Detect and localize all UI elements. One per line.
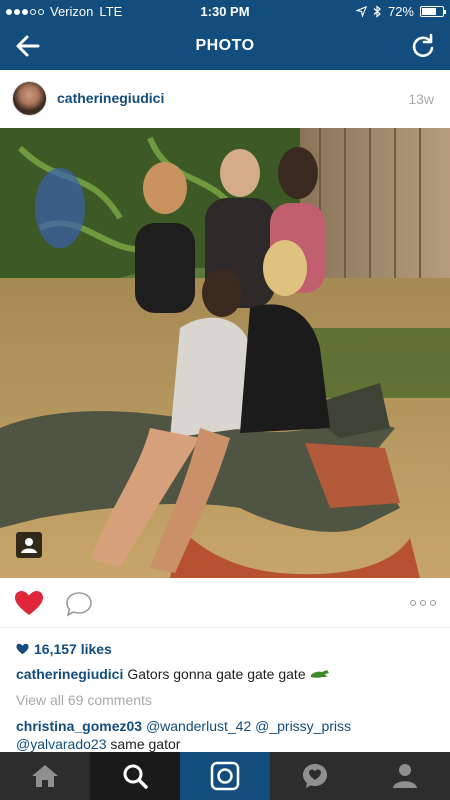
person-tag-icon [21, 538, 37, 553]
post-actions [0, 578, 450, 628]
comment-icon[interactable] [65, 591, 93, 617]
comment-username[interactable]: christina_gomez03 [16, 718, 142, 734]
post-username[interactable]: catherinegiudici [57, 90, 164, 106]
post-header: catherinegiudici 13w [0, 70, 450, 128]
more-options-icon[interactable] [410, 600, 436, 606]
comment-mention[interactable]: @wanderlust_42 [146, 718, 251, 734]
view-all-comments[interactable]: View all 69 comments [16, 692, 152, 708]
caption-username[interactable]: catherinegiudici [16, 666, 123, 682]
crocodile-emoji-icon [310, 670, 329, 678]
tab-home[interactable] [0, 752, 90, 800]
heart-icon[interactable] [14, 590, 44, 616]
tagged-people-icon[interactable] [16, 532, 42, 558]
battery-icon [420, 6, 446, 17]
likes-count[interactable]: 16,157 likes [16, 641, 112, 657]
likes-heart-icon [16, 643, 29, 655]
status-bar: Verizon LTE 1:30 PM 72% [0, 0, 450, 22]
refresh-icon[interactable] [410, 33, 436, 59]
profile-icon [393, 764, 417, 788]
comment-text: same gator [110, 736, 181, 752]
battery-percent: 72% [387, 4, 414, 19]
post-caption: catherinegiudici Gators gonna gate gate … [16, 666, 330, 682]
tab-explore[interactable] [90, 752, 180, 800]
search-icon [123, 764, 148, 789]
tab-bar [0, 752, 450, 800]
activity-heart-icon [303, 764, 327, 788]
home-icon [32, 765, 58, 787]
post-photo[interactable] [0, 128, 450, 578]
photo-image [0, 128, 450, 578]
post-age: 13w [408, 91, 434, 107]
avatar[interactable] [12, 81, 47, 116]
camera-icon [210, 761, 240, 791]
location-icon [355, 6, 367, 17]
nav-bar: PHOTO [0, 22, 450, 70]
bluetooth-icon [373, 5, 381, 18]
likes-text: 16,157 likes [34, 641, 112, 657]
comment-mention[interactable]: @yalvarado23 [16, 736, 107, 752]
comment-item: christina_gomez03 @wanderlust_42 @_priss… [16, 717, 436, 753]
tab-activity[interactable] [270, 752, 360, 800]
page-title: PHOTO [195, 37, 255, 54]
caption-text: Gators gonna gate gate gate [127, 666, 306, 682]
comment-mention[interactable]: @_prissy_priss [255, 718, 351, 734]
tab-camera[interactable] [180, 752, 270, 800]
status-right: 72% [355, 4, 446, 19]
tab-profile[interactable] [360, 752, 450, 800]
battery-fill [422, 8, 437, 15]
